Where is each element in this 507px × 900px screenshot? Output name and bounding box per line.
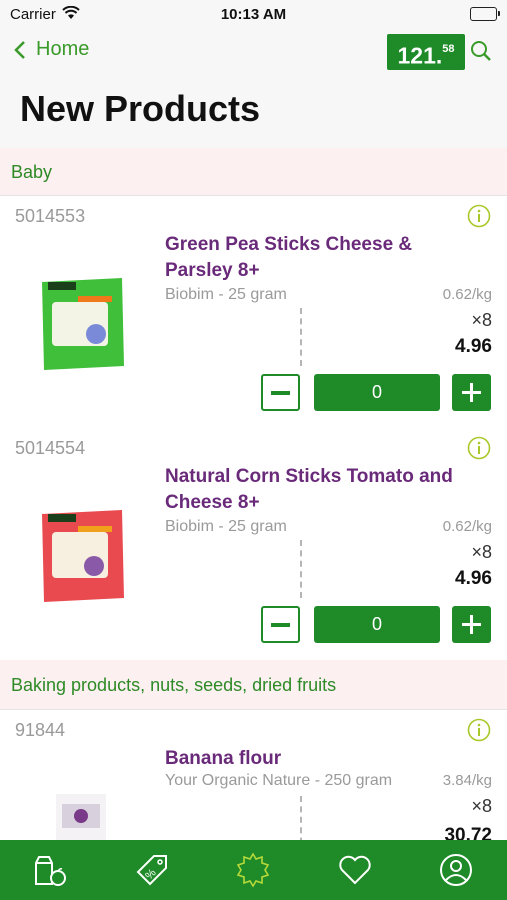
- tab-account[interactable]: [426, 840, 486, 900]
- unit-price: 3.84/kg: [442, 772, 492, 789]
- divider: [300, 540, 302, 598]
- product-image: [42, 510, 124, 602]
- info-icon[interactable]: [467, 204, 491, 233]
- quantity-display[interactable]: 0: [314, 374, 440, 411]
- product-name[interactable]: Natural Corn Sticks Tomato and Cheese 8+: [165, 464, 465, 516]
- tab-bar: %: [0, 840, 507, 900]
- product-brand: Biobim - 25 gram: [165, 518, 287, 535]
- unit-price: 0.62/kg: [442, 518, 492, 535]
- product-price: 4.96: [455, 336, 492, 357]
- status-bar: Carrier 10:13 AM: [0, 0, 507, 30]
- category-header-baking: Baking products, nuts, seeds, dried frui…: [0, 660, 507, 710]
- account-icon: [440, 854, 473, 886]
- discount-tag-icon: %: [136, 855, 168, 886]
- increase-quantity-button[interactable]: [452, 374, 491, 411]
- back-button[interactable]: Home: [14, 38, 89, 61]
- product-price: 4.96: [455, 568, 492, 589]
- product-price: 30.72: [444, 825, 492, 840]
- tab-discounts[interactable]: %: [122, 840, 182, 900]
- quantity-display[interactable]: 0: [314, 606, 440, 643]
- decrease-quantity-button[interactable]: [261, 606, 300, 643]
- battery-icon: [470, 7, 500, 21]
- back-label: Home: [36, 38, 90, 60]
- product-brand: Biobim - 25 gram: [165, 286, 287, 303]
- product-card: 5014554 Natural Corn Sticks Tomato and C…: [0, 428, 507, 660]
- product-image: [56, 794, 106, 840]
- page-title: New Products: [20, 88, 261, 129]
- cart-total-amount: 121.: [397, 42, 443, 69]
- product-card: 91844 Banana flour Your Organic Nature -…: [0, 710, 507, 840]
- product-brand: Your Organic Nature - 250 gram: [165, 772, 393, 789]
- chevron-left-icon: [14, 40, 25, 59]
- tab-grocery[interactable]: [21, 840, 81, 900]
- product-sku: 5014554: [15, 438, 86, 458]
- info-icon[interactable]: [467, 718, 491, 747]
- clock: 10:13 AM: [220, 6, 287, 23]
- product-image: [42, 278, 124, 370]
- category-header-baby: Baby: [0, 148, 507, 196]
- product-name[interactable]: Green Pea Sticks Cheese & Parsley 8+: [165, 232, 465, 284]
- product-card: 5014553 Green Pea Sticks Cheese & Parsle…: [0, 196, 507, 428]
- decrease-quantity-button[interactable]: [261, 374, 300, 411]
- navigation-bar: Home 121.58 New Products: [0, 30, 507, 148]
- heart-icon: [339, 855, 371, 885]
- grocery-icon: [34, 856, 66, 886]
- tab-favorites[interactable]: [325, 840, 385, 900]
- pack-multiplier: ×8: [471, 796, 492, 816]
- divider: [300, 796, 302, 840]
- product-sku: 5014553: [15, 206, 86, 226]
- pack-multiplier: ×8: [471, 310, 492, 330]
- increase-quantity-button[interactable]: [452, 606, 491, 643]
- info-icon[interactable]: [467, 436, 491, 465]
- new-badge-icon: [237, 852, 270, 888]
- cart-total-button[interactable]: 121.58: [387, 34, 465, 70]
- divider: [300, 308, 302, 366]
- cart-total-cents: 58: [442, 43, 455, 55]
- product-name[interactable]: Banana flour: [165, 746, 465, 772]
- product-sku: 91844: [15, 720, 66, 740]
- search-icon[interactable]: [470, 40, 492, 67]
- pack-multiplier: ×8: [471, 542, 492, 562]
- unit-price: 0.62/kg: [442, 286, 492, 303]
- tab-new-products[interactable]: [223, 840, 283, 900]
